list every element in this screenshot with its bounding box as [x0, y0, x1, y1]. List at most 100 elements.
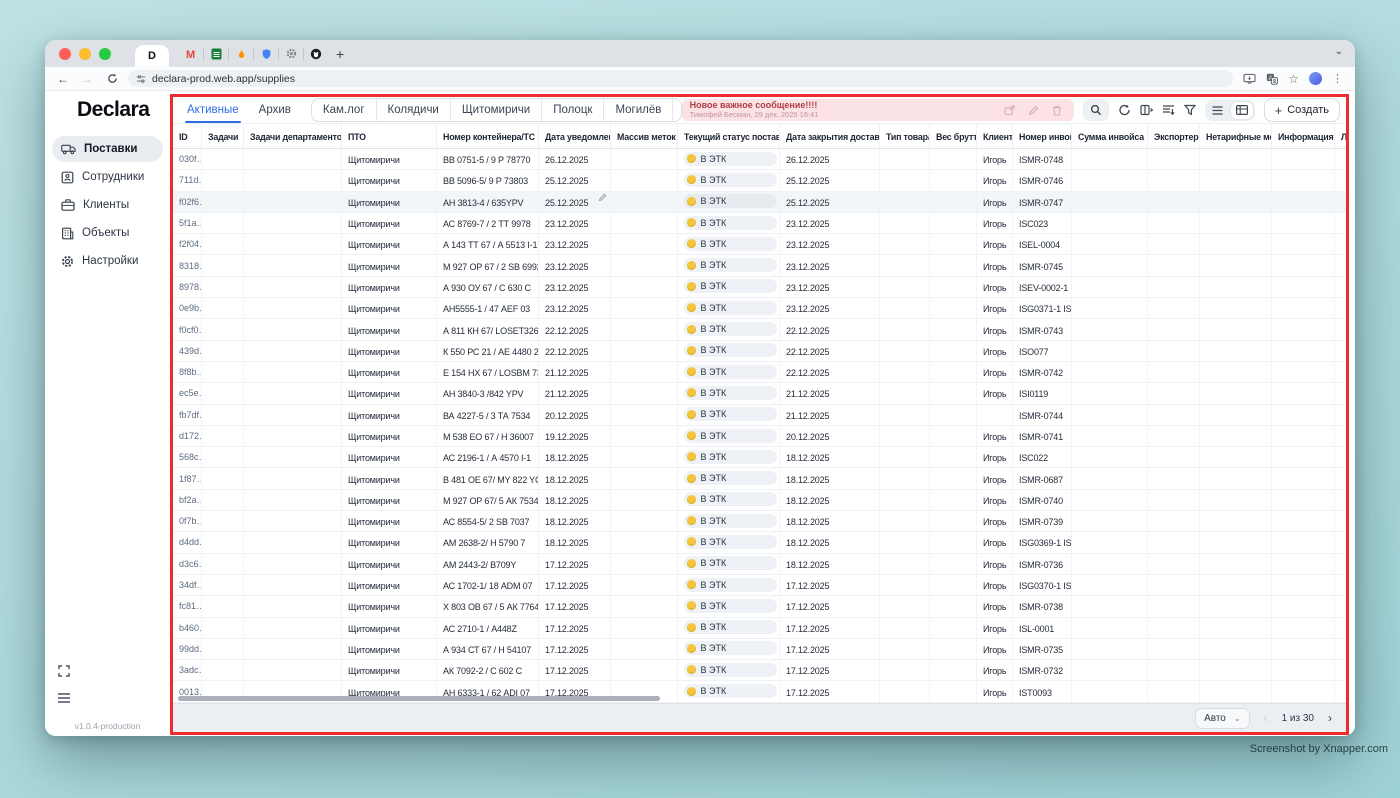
location-tab-Кам.лог[interactable]: Кам.лог [312, 99, 376, 121]
collapse-menu-button[interactable] [57, 693, 170, 703]
column-header-pto[interactable]: ПТО [341, 124, 436, 149]
tab-share-icon[interactable] [1243, 73, 1256, 84]
table-row[interactable]: 3adc…ЩитомиричиАК 7092-2 / С 602 С17.12.… [173, 660, 1346, 681]
table-row[interactable]: f2f04…ЩитомиричиА 143 ТТ 67 / А 5513 I-1… [173, 234, 1346, 255]
column-header-info[interactable]: Информация [1271, 124, 1334, 149]
column-header-id[interactable]: ID [173, 124, 201, 149]
translate-icon[interactable]: A [1266, 73, 1278, 85]
table-row[interactable]: 030f…ЩитомиричиВВ 0751-5 / 9 Р 7877026.1… [173, 149, 1346, 170]
column-header-labels[interactable]: Массив меток [610, 124, 677, 149]
edit-pencil-icon[interactable] [1028, 105, 1039, 116]
profile-avatar[interactable] [1309, 72, 1322, 85]
column-header-invoice[interactable]: Номер инвойса [1012, 124, 1071, 149]
horizontal-scrollbar[interactable] [178, 696, 660, 701]
column-header-tasks[interactable]: Задачи [201, 124, 243, 149]
reload-button[interactable] [107, 73, 118, 84]
tab-Активные[interactable]: Активные [177, 97, 249, 123]
bookmark-star-icon[interactable]: ☆ [1288, 72, 1299, 86]
cell-labels [610, 255, 677, 276]
table-row[interactable]: 5f1a…ЩитомиричиАС 8769-7 / 2 ТТ 997823.1… [173, 212, 1346, 233]
column-header-exporter[interactable]: Экспортер [1147, 124, 1199, 149]
status-dot-icon [687, 154, 696, 163]
table-row[interactable]: 1f87…ЩитомиричиВ 481 ОЕ 67/ MY 822 YC18.… [173, 468, 1346, 489]
column-header-goods_type[interactable]: Тип товара [879, 124, 929, 149]
filter-button[interactable] [1184, 104, 1196, 116]
fullscreen-button[interactable] [58, 665, 170, 677]
edit-pencil-icon[interactable] [598, 193, 607, 202]
delete-trash-icon[interactable] [1052, 105, 1062, 116]
previous-page-button[interactable]: ‹ [1264, 711, 1268, 725]
column-header-client[interactable]: Клиент [976, 124, 1012, 149]
address-bar[interactable]: declara-prod.web.app/supplies [128, 70, 1233, 87]
site-settings-icon[interactable] [136, 74, 146, 84]
create-button[interactable]: + Создать [1264, 98, 1340, 122]
table-row[interactable]: d3c6…ЩитомиричиАМ 2443-2/ В709Y17.12.202… [173, 553, 1346, 574]
table-row[interactable]: d4dd…ЩитомиричиАМ 2638-2/ Н 5790 718.12.… [173, 532, 1346, 553]
table-row[interactable]: fb7df…ЩитомиричиВА 4227-5 / 3 ТА 753420.… [173, 404, 1346, 425]
table-row[interactable]: 8f8b…ЩитомиричиЕ 154 НХ 67 / LOSBM 73021… [173, 361, 1346, 382]
location-tab-Берестовица[interactable]: Берестовица [672, 99, 681, 121]
column-header-notify_date[interactable]: Дата уведомления [538, 124, 610, 149]
table-row[interactable]: b460…ЩитомиричиАС 2710-1 / А448Z17.12.20… [173, 617, 1346, 638]
close-window-button[interactable] [59, 48, 71, 60]
active-browser-tab[interactable]: D [135, 45, 169, 67]
table-row[interactable]: 8978…ЩитомиричиА 930 ОУ 67 / С 630 С23.1… [173, 276, 1346, 297]
refresh-button[interactable] [1118, 104, 1131, 116]
back-button[interactable]: ← [57, 72, 69, 86]
settings-tab[interactable] [279, 43, 303, 65]
gmail-tab[interactable]: M [179, 43, 203, 65]
table-row[interactable]: bf2a…ЩитомиричиМ 927 ОР 67/ 5 АК 753418.… [173, 489, 1346, 510]
search-button[interactable] [1083, 99, 1109, 121]
table-row[interactable]: 8318…ЩитомиричиМ 927 ОР 67 / 2 SB 699223… [173, 255, 1346, 276]
table-row[interactable]: 0e9b…ЩитомиричиАН5555-1 / 47 AEF 0323.12… [173, 298, 1346, 319]
column-header-lic[interactable]: Лиц [1334, 124, 1346, 149]
table-row[interactable]: 568c…ЩитомиричиАС 2196-1 / А 4570 I-118.… [173, 447, 1346, 468]
table-row[interactable]: fc81…ЩитомиричиХ 803 ОВ 67 / 5 АК 776417… [173, 596, 1346, 617]
column-header-nontariff[interactable]: Нетарифные меры [1199, 124, 1271, 149]
table-row[interactable]: 0f7b…ЩитомиричиАС 8554-5/ 2 SB 703718.12… [173, 511, 1346, 532]
column-header-dept_tasks[interactable]: Задачи департаментов [243, 124, 341, 149]
table-row[interactable]: d172…ЩитомиричиМ 538 ЕО 67 / Н 3600719.1… [173, 425, 1346, 446]
location-tab-Полоцк[interactable]: Полоцк [541, 99, 603, 121]
notification-banner[interactable]: Новое важное сообщение!!!! Тимофей Бесма… [682, 99, 1074, 121]
minimize-window-button[interactable] [79, 48, 91, 60]
shield-tab[interactable] [254, 43, 278, 65]
location-tab-Щитомиричи[interactable]: Щитомиричи [450, 99, 541, 121]
table-view-button[interactable] [1231, 102, 1253, 119]
table-row[interactable]: ec5e…ЩитомиричиАН 3840-3 /842 YPV21.12.2… [173, 383, 1346, 404]
table-row[interactable]: 34df…ЩитомиричиАС 1702-1/ 18 ADM 0717.12… [173, 574, 1346, 595]
tab-Архив[interactable]: Архив [249, 97, 301, 123]
columns-button[interactable] [1140, 104, 1153, 116]
table-row[interactable]: 711d…ЩитомиричиВВ 5096-5/ 9 Р 7380325.12… [173, 170, 1346, 191]
column-header-invoice_sum[interactable]: Сумма инвойса [1071, 124, 1147, 149]
browser-menu-icon[interactable]: ⋮ [1332, 72, 1343, 85]
firebase-tab[interactable] [229, 43, 253, 65]
sidebar-item-settings[interactable]: Настройки [52, 248, 163, 274]
sidebar-item-objects[interactable]: Объекты [52, 220, 163, 246]
column-header-status[interactable]: Текущий статус поставки [677, 124, 779, 149]
sheets-tab[interactable] [204, 43, 228, 65]
location-tab-Могилёв[interactable]: Могилёв [603, 99, 672, 121]
column-header-container[interactable]: Номер контейнера/ТС [436, 124, 538, 149]
page-size-select[interactable]: Авто ⌄ [1195, 708, 1250, 729]
zoom-window-button[interactable] [99, 48, 111, 60]
column-header-gross_weight[interactable]: Вес брутто [929, 124, 976, 149]
sidebar-item-employees[interactable]: Сотрудники [52, 164, 163, 190]
github-tab[interactable] [304, 43, 328, 65]
open-external-icon[interactable] [1004, 105, 1015, 116]
new-tab-button[interactable]: + [336, 46, 344, 62]
tab-overflow-chevron-icon[interactable]: ⌄ [1335, 46, 1343, 57]
table-row[interactable]: f02f6…ЩитомиричиАН 3813-4 / 635YPV25.12.… [173, 191, 1346, 212]
group-rows-button[interactable] [1162, 104, 1175, 116]
column-header-close_date[interactable]: Дата закрытия доставки [779, 124, 879, 149]
table-row[interactable]: 439d…ЩитомиричиК 550 РС 21 / АЕ 4480 212… [173, 340, 1346, 361]
forward-button[interactable]: → [81, 72, 93, 86]
list-view-button[interactable] [1207, 102, 1229, 119]
sidebar-item-clients[interactable]: Клиенты [52, 192, 163, 218]
location-tab-Колядичи[interactable]: Колядичи [376, 99, 450, 121]
next-page-button[interactable]: › [1328, 711, 1332, 725]
table-row[interactable]: f0cf0…ЩитомиричиА 811 КН 67/ LOSET32622.… [173, 319, 1346, 340]
sidebar-item-supplies[interactable]: Поставки [52, 136, 163, 162]
table-row[interactable]: 99dd…ЩитомиричиА 934 СТ 67 / Н 5410717.1… [173, 638, 1346, 659]
cell-notify_date: 21.12.2025 [538, 361, 610, 382]
